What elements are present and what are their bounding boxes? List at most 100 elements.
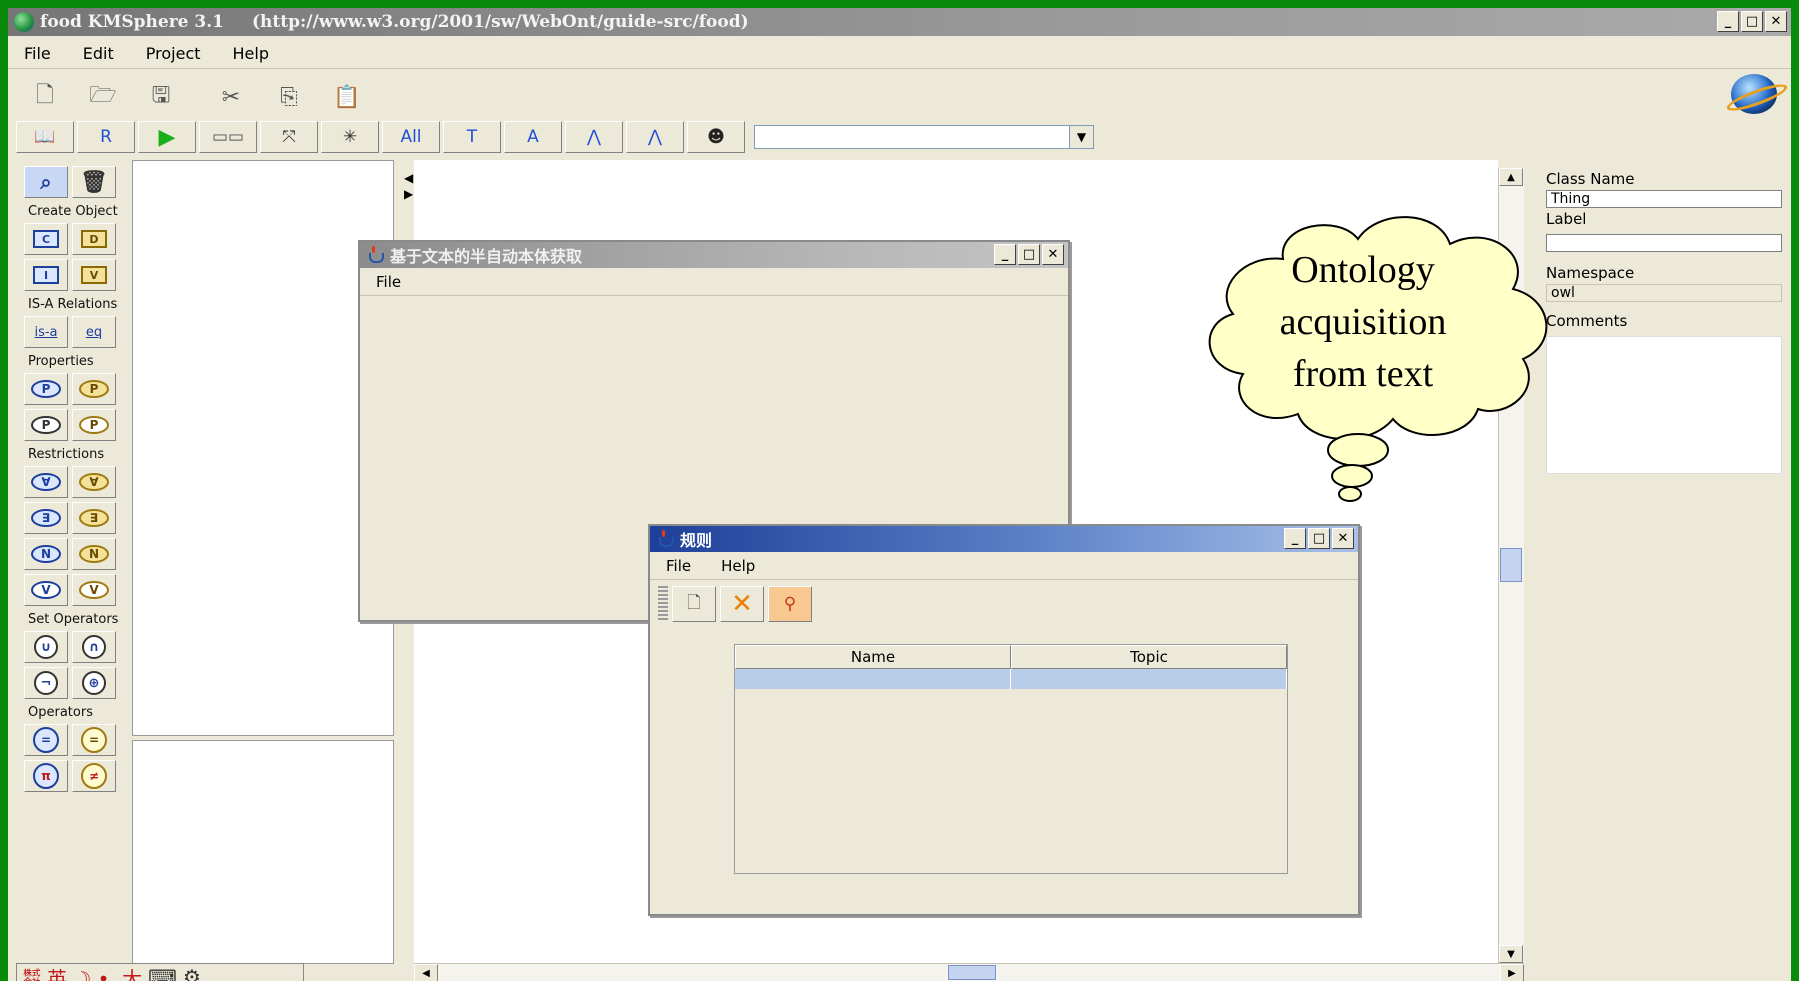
not-equal-operator-button[interactable]: ≠ xyxy=(72,760,116,792)
comments-field[interactable] xyxy=(1546,336,1782,474)
some-values-button[interactable]: ∃ xyxy=(24,502,68,534)
scroll-up-button[interactable]: ▲ xyxy=(1499,168,1523,186)
annotation-button[interactable]: A xyxy=(504,121,562,153)
palette-section-label: Operators xyxy=(28,705,93,720)
tree-button[interactable]: ⋀ xyxy=(565,121,623,153)
rules-button[interactable]: R xyxy=(77,121,135,153)
minimize-button[interactable]: _ xyxy=(1717,11,1739,32)
new-rule-button[interactable]: 🗋 xyxy=(672,586,716,622)
maximize-button[interactable]: □ xyxy=(1741,11,1763,32)
property-tree-panel[interactable] xyxy=(132,740,394,964)
has-value-button[interactable]: V xyxy=(24,574,68,606)
cardinality-data-button[interactable]: N xyxy=(72,538,116,570)
menu-project[interactable]: Project xyxy=(130,40,217,64)
text-acquisition-title-bar[interactable]: 基于文本的半自动本体获取 _ □ ✕ xyxy=(360,242,1068,268)
paste-icon[interactable]: 📋 xyxy=(332,82,362,112)
label-label: Label xyxy=(1546,210,1587,228)
horizontal-scroll-thumb[interactable] xyxy=(948,965,996,980)
delete-tool-button[interactable]: 🗑 xyxy=(72,166,116,198)
vertical-scroll-thumb[interactable] xyxy=(1500,548,1522,582)
menu-file[interactable]: File xyxy=(360,273,415,291)
create-individual-button[interactable]: I xyxy=(24,259,68,291)
scroll-down-button[interactable]: ▼ xyxy=(1499,945,1523,963)
is-a-button[interactable]: is-a xyxy=(24,316,68,348)
pi-operator-button[interactable]: π xyxy=(24,760,68,792)
maximize-button[interactable]: □ xyxy=(1308,528,1330,549)
datatype-property-icon: P xyxy=(79,380,109,398)
class-name-label: Class Name xyxy=(1546,170,1635,188)
copy-icon[interactable]: ⎘ xyxy=(274,82,304,112)
chevron-down-icon[interactable]: ▼ xyxy=(1069,126,1093,148)
ime-settings-icon[interactable]: ⚙ xyxy=(183,965,201,981)
close-button[interactable]: ✕ xyxy=(1042,244,1064,265)
datatype-icon: D xyxy=(81,230,107,248)
scroll-left-button[interactable]: ◀ xyxy=(414,964,438,981)
ime-status[interactable]: 英 ☽ •, 大 xyxy=(47,963,142,981)
scroll-right-button[interactable]: ▶ xyxy=(1500,964,1524,981)
menu-file[interactable]: File xyxy=(650,557,705,575)
search-combo[interactable]: ▼ xyxy=(754,125,1094,149)
intersection-button[interactable]: ∩ xyxy=(72,631,116,663)
menu-edit[interactable]: Edit xyxy=(67,40,130,64)
create-datatype-button[interactable]: D xyxy=(72,223,116,255)
equal-data-icon: = xyxy=(81,727,107,753)
menu-help[interactable]: Help xyxy=(705,557,769,575)
union-button[interactable]: ∪ xyxy=(24,631,68,663)
close-button[interactable]: ✕ xyxy=(1332,528,1354,549)
toolbar-grip[interactable] xyxy=(658,586,668,622)
canvas-horizontal-scrollbar[interactable]: ◀ ▶ xyxy=(414,963,1524,981)
column-header-name[interactable]: Name xyxy=(735,645,1011,669)
rules-window: 规则 _ □ ✕ File Help 🗋 ✕ ⚲ Name Topic xyxy=(648,524,1360,916)
new-file-icon[interactable]: 🗋 xyxy=(30,82,60,112)
class-name-field[interactable]: Thing xyxy=(1546,190,1782,208)
ime-language-bar[interactable]: ㍿ 英 ☽ •, 大 ⌨ ⚙ xyxy=(16,963,304,981)
rules-title-bar[interactable]: 规则 _ □ ✕ xyxy=(650,526,1358,552)
text-acquisition-title: 基于文本的半自动本体获取 xyxy=(390,247,583,266)
tree2-button[interactable]: ⋀ xyxy=(626,121,684,153)
save-icon[interactable]: 🖫 xyxy=(146,82,176,112)
inverse-property-button[interactable]: P xyxy=(24,409,68,441)
run-button[interactable]: ▶ xyxy=(138,121,196,153)
split-pane-arrows[interactable]: ◀ ▶ xyxy=(404,170,413,202)
ontology-toolbar: 📖 R ▶ ▭▭ ⤧ ✳ All T A ⋀ ⋀ ☻ ▼ xyxy=(16,118,1160,156)
inverse-datatype-property-button[interactable]: P xyxy=(72,409,116,441)
minimize-button[interactable]: _ xyxy=(1284,528,1306,549)
some-values-data-button[interactable]: ∃ xyxy=(72,502,116,534)
search-tool-button[interactable]: ⌕ xyxy=(24,166,68,198)
equal-data-operator-button[interactable]: = xyxy=(72,724,116,756)
create-value-button[interactable]: V xyxy=(72,259,116,291)
search-rule-button[interactable]: ⚲ xyxy=(768,586,812,622)
datatype-property-button[interactable]: P xyxy=(72,373,116,405)
object-property-button[interactable]: P xyxy=(24,373,68,405)
has-value-data-button[interactable]: V xyxy=(72,574,116,606)
enumeration-button[interactable]: ⊕ xyxy=(72,667,116,699)
create-class-button[interactable]: C xyxy=(24,223,68,255)
equal-operator-button[interactable]: = xyxy=(24,724,68,756)
fit-button[interactable]: ⤧ xyxy=(260,121,318,153)
cut-icon[interactable]: ✂ xyxy=(216,82,246,112)
all-button[interactable]: All xyxy=(382,121,440,153)
keyboard-icon[interactable]: ⌨ xyxy=(148,965,177,981)
open-folder-icon[interactable]: 🗁 xyxy=(88,82,118,112)
expand-button[interactable]: ✳ xyxy=(321,121,379,153)
maximize-button[interactable]: □ xyxy=(1018,244,1040,265)
cardinality-button[interactable]: N xyxy=(24,538,68,570)
class-tree-panel[interactable] xyxy=(132,160,394,736)
close-button[interactable]: ✕ xyxy=(1765,11,1787,32)
table-row[interactable] xyxy=(735,669,1287,689)
title-bar[interactable]: food KMSphere 3.1 (http://www.w3.org/200… xyxy=(8,8,1791,36)
ontology-book-button[interactable]: 📖 xyxy=(16,121,74,153)
text-button[interactable]: T xyxy=(443,121,501,153)
menu-file[interactable]: File xyxy=(8,40,67,64)
all-values-data-button[interactable]: ∀ xyxy=(72,466,116,498)
minimize-button[interactable]: _ xyxy=(994,244,1016,265)
delete-rule-button[interactable]: ✕ xyxy=(720,586,764,622)
reasoner-button[interactable]: ☻ xyxy=(687,121,745,153)
column-header-topic[interactable]: Topic xyxy=(1011,645,1287,669)
menu-help[interactable]: Help xyxy=(217,40,285,64)
label-field[interactable] xyxy=(1546,234,1782,252)
equivalent-button[interactable]: eq xyxy=(72,316,116,348)
layout-button[interactable]: ▭▭ xyxy=(199,121,257,153)
complement-button[interactable]: ¬ xyxy=(24,667,68,699)
all-values-button[interactable]: ∀ xyxy=(24,466,68,498)
